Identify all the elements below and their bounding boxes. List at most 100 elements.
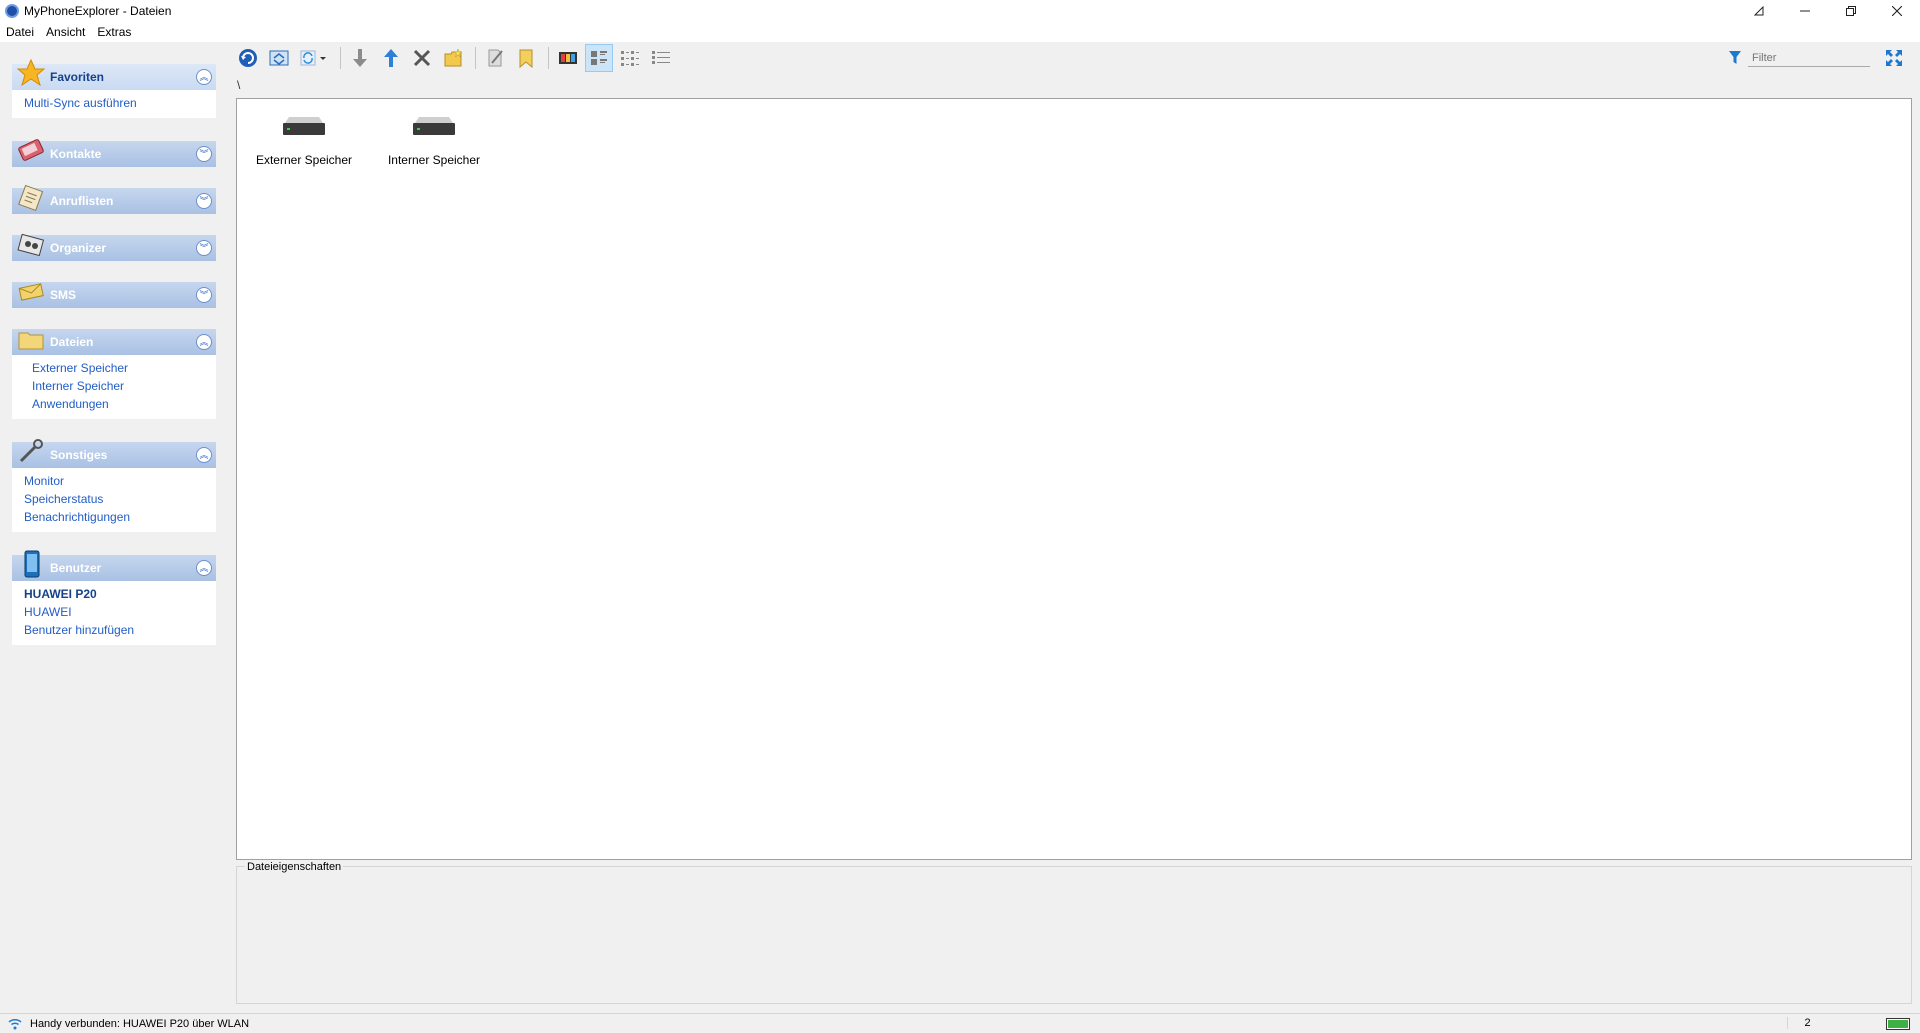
path-label: \ <box>237 78 241 92</box>
link-monitor[interactable]: Monitor <box>24 472 204 490</box>
contacts-book-icon <box>18 139 44 161</box>
toolbar-separator <box>475 47 476 69</box>
expand-icon[interactable]: ︾ <box>196 146 212 162</box>
title-bar: MyPhoneExplorer - Dateien <box>0 0 1920 22</box>
delete-icon[interactable] <box>408 44 436 72</box>
filter-input[interactable] <box>1748 49 1870 67</box>
status-bar: Handy verbunden: HUAWEI P20 über WLAN 2 <box>0 1013 1920 1033</box>
menu-datei[interactable]: Datei <box>0 25 40 39</box>
file-item-label: Externer Speicher <box>255 153 353 167</box>
panel-title: Dateien <box>50 335 94 349</box>
fullscreen-icon[interactable] <box>1884 48 1904 68</box>
panel-header-dateien[interactable]: Dateien ︽ <box>12 329 216 355</box>
panel-title: SMS <box>50 288 77 302</box>
file-view[interactable]: Externer Speicher Interner Speicher <box>236 98 1912 860</box>
panel-title: Kontakte <box>50 147 102 161</box>
link-interner-speicher[interactable]: Interner Speicher <box>24 377 204 395</box>
panel-sonstiges: Sonstiges ︽ Monitor Speicherstatus Benac… <box>12 439 216 532</box>
panel-header-organizer[interactable]: Organizer ︾ <box>12 233 216 261</box>
link-externer-speicher[interactable]: Externer Speicher <box>24 359 204 377</box>
battery-level <box>1888 1020 1908 1028</box>
panel-title: Anruflisten <box>50 194 114 208</box>
rename-icon[interactable] <box>481 44 509 72</box>
menu-ansicht[interactable]: Ansicht <box>40 25 91 39</box>
panel-title: Sonstiges <box>50 448 108 462</box>
wifi-icon <box>8 1018 22 1029</box>
link-multi-sync[interactable]: Multi-Sync ausführen <box>24 94 204 112</box>
view-thumbnails-icon[interactable] <box>554 44 582 72</box>
connection-status: Handy verbunden: HUAWEI P20 über WLAN <box>30 1017 250 1030</box>
panel-header-anruflisten[interactable]: Anruflisten ︾ <box>12 184 216 214</box>
expand-icon[interactable]: ︾ <box>196 193 212 209</box>
bookmark-folder-icon[interactable] <box>512 44 540 72</box>
panel-sms: SMS ︾ <box>12 282 216 308</box>
collapse-icon[interactable]: ︽ <box>196 334 212 350</box>
panel-body-benutzer: HUAWEI P20 HUAWEI Benutzer hinzufügen <box>12 581 216 645</box>
battery-icon <box>1886 1018 1910 1030</box>
panel-dateien: Dateien ︽ Externer Speicher Interner Spe… <box>12 329 216 419</box>
panel-benutzer: Benutzer ︽ HUAWEI P20 HUAWEI Benutzer hi… <box>12 550 216 645</box>
panel-anruflisten: Anruflisten ︾ <box>12 184 216 214</box>
panel-header-favoriten[interactable]: Favoriten ︽ <box>12 58 216 90</box>
toolbar-separator <box>548 47 549 69</box>
tools-icon <box>19 439 43 463</box>
link-speicherstatus[interactable]: Speicherstatus <box>24 490 204 508</box>
view-details-icon[interactable] <box>647 44 675 72</box>
panel-favoriten: Favoriten ︽ Multi-Sync ausführen <box>12 58 216 118</box>
item-count: 2 <box>1787 1017 1827 1029</box>
panel-header-sonstiges[interactable]: Sonstiges ︽ <box>12 439 216 468</box>
folder-icon <box>18 332 44 350</box>
link-anwendungen[interactable]: Anwendungen <box>24 395 204 413</box>
file-item-externer-speicher[interactable]: Externer Speicher <box>242 99 366 167</box>
panel-header-benutzer[interactable]: Benutzer ︽ <box>12 550 216 581</box>
menu-extras[interactable]: Extras <box>91 25 137 39</box>
toolbar-separator <box>340 47 341 69</box>
drive-icon <box>283 117 325 137</box>
window-controls <box>1736 0 1920 22</box>
collapse-icon[interactable]: ︽ <box>196 560 212 576</box>
panel-title: Organizer <box>50 241 107 255</box>
filter-icon[interactable] <box>1728 50 1742 66</box>
toolbar <box>234 42 1914 74</box>
panel-body-sonstiges: Monitor Speicherstatus Benachrichtigunge… <box>12 468 216 532</box>
organizer-icon <box>17 233 45 257</box>
panel-organizer: Organizer ︾ <box>12 233 216 261</box>
link-benachrichtigungen[interactable]: Benachrichtigungen <box>24 508 204 526</box>
phone-icon <box>24 550 40 578</box>
menu-bar: Datei Ansicht Extras <box>0 22 1920 42</box>
filter-area <box>1728 48 1904 68</box>
call-list-icon <box>18 184 44 212</box>
pin-icon[interactable] <box>1736 0 1782 22</box>
sync-files-icon[interactable] <box>265 44 293 72</box>
file-properties-panel: Dateieigenschaften <box>236 861 1912 1004</box>
upload-arrow-icon[interactable] <box>377 44 405 72</box>
close-button[interactable] <box>1874 0 1920 22</box>
link-user-huawei-p20[interactable]: HUAWEI P20 <box>24 585 204 603</box>
properties-label: Dateieigenschaften <box>245 861 344 873</box>
sync-dropdown-icon[interactable] <box>296 44 332 72</box>
link-user-huawei[interactable]: HUAWEI <box>24 603 204 621</box>
new-folder-icon[interactable] <box>439 44 467 72</box>
collapse-icon[interactable]: ︽ <box>196 69 212 85</box>
expand-icon[interactable]: ︾ <box>196 287 212 303</box>
collapse-icon[interactable]: ︽ <box>196 447 212 463</box>
restore-button[interactable] <box>1828 0 1874 22</box>
refresh-icon[interactable] <box>234 44 262 72</box>
panel-header-kontakte[interactable]: Kontakte ︾ <box>12 139 216 167</box>
panel-body-favoriten: Multi-Sync ausführen <box>12 90 216 118</box>
download-arrow-icon[interactable] <box>346 44 374 72</box>
app-icon <box>5 4 19 18</box>
panel-header-sms[interactable]: SMS ︾ <box>12 282 216 308</box>
star-icon <box>16 58 46 87</box>
sidebar: Favoriten ︽ Multi-Sync ausführen Kontakt… <box>0 42 228 1008</box>
minimize-button[interactable] <box>1782 0 1828 22</box>
panel-title: Favoriten <box>50 70 105 84</box>
window-title: MyPhoneExplorer - Dateien <box>24 4 172 18</box>
link-benutzer-hinzufuegen[interactable]: Benutzer hinzufügen <box>24 621 204 639</box>
drive-icon <box>413 117 455 137</box>
envelope-icon <box>18 283 44 301</box>
view-small-icons-icon[interactable] <box>616 44 644 72</box>
view-large-icons-icon[interactable] <box>585 44 613 72</box>
file-item-interner-speicher[interactable]: Interner Speicher <box>372 99 496 167</box>
expand-icon[interactable]: ︾ <box>196 240 212 256</box>
